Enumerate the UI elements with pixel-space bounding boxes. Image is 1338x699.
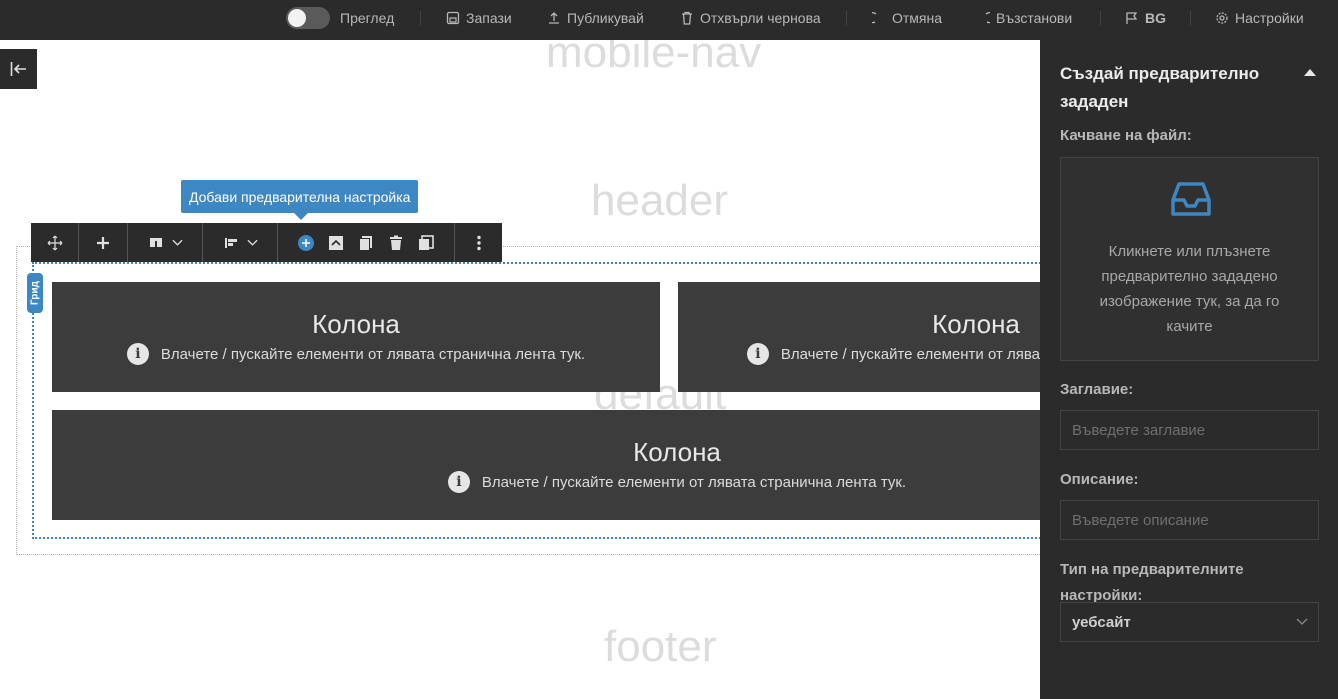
flag-icon (1126, 12, 1138, 24)
divider (420, 11, 421, 25)
add-preset-tooltip: Добави предварителна настройка (181, 180, 419, 220)
title-input[interactable] (1060, 410, 1319, 450)
undo-label: Отмяна (892, 10, 943, 26)
plus-icon (97, 236, 109, 249)
copy-icon[interactable] (418, 234, 434, 251)
kebab-menu-icon (476, 235, 481, 250)
exit-icon (10, 62, 26, 76)
preview-label[interactable]: Преглед (340, 0, 394, 36)
description-label: Описание: (1060, 471, 1139, 488)
info-icon: i (447, 471, 470, 493)
align-left-icon (224, 237, 237, 248)
grid-badge[interactable]: Грид (27, 273, 43, 313)
discard-draft-button[interactable]: Отхвърли чернова (680, 0, 821, 36)
divider (1100, 11, 1101, 25)
region-label-header: header (591, 176, 729, 225)
column-1[interactable]: Колона i Влачете / пускайте елементи от … (52, 282, 660, 392)
info-icon: i (126, 343, 149, 365)
undo-icon (872, 11, 877, 24)
move-icon (47, 235, 62, 250)
column-title: Колона (932, 309, 1020, 339)
language-button[interactable]: BG (1125, 0, 1166, 36)
columns-layout-icon (149, 237, 162, 247)
grid-actions (278, 223, 455, 262)
preview-toggle[interactable] (286, 7, 330, 29)
preview-text: Преглед (340, 10, 395, 26)
column-hint: i Влачете / пускайте елементи от лявата … (678, 343, 1040, 365)
chevron-down-icon (171, 239, 183, 246)
add-preset-icon[interactable] (298, 234, 314, 251)
select-parent-icon[interactable] (328, 235, 344, 251)
title-label: Заглавие: (1060, 381, 1134, 398)
settings-label: Настройки (1235, 10, 1304, 26)
chevron-up-icon[interactable] (1302, 66, 1318, 78)
column-2[interactable]: Колона i Влачете / пускайте елементи от … (678, 282, 1040, 392)
alignment-dropdown[interactable] (203, 223, 278, 262)
column-title: Колона (312, 309, 400, 339)
layout-dropdown[interactable] (128, 223, 203, 262)
file-dropzone[interactable]: Кликнете или плъзнете предварително зада… (1060, 157, 1319, 361)
divider (1190, 11, 1191, 25)
column-hint-text: Влачете / пускайте елементи от лявата ст… (481, 473, 907, 491)
inbox-icon (1171, 182, 1211, 216)
delete-icon[interactable] (388, 235, 404, 251)
editor-canvas[interactable]: mobile-nav header default footer Грид Ко… (0, 40, 1040, 699)
save-button[interactable]: Запази (446, 0, 512, 36)
divider (846, 11, 847, 25)
preset-type-select[interactable]: уебсайт (1060, 602, 1319, 642)
info-icon: i (746, 343, 769, 365)
preset-type-label: Тип на предварителните настройки: (1060, 561, 1244, 603)
column-hint-text: Влачете / пускайте елементи от лявата ст… (780, 345, 1040, 363)
create-preset-panel: Създай предварително зададен Качване на … (1040, 40, 1338, 699)
grid-toolbar (31, 223, 502, 262)
panel-title: Създай предварително зададен (1060, 64, 1260, 111)
column-hint-text: Влачете / пускайте елементи от лявата ст… (160, 345, 586, 363)
settings-button[interactable]: Настройки (1215, 0, 1304, 36)
gear-icon (1216, 12, 1228, 24)
column-title: Колона (633, 437, 721, 467)
save-icon (446, 11, 460, 25)
upload-icon (549, 12, 559, 24)
undo-button[interactable]: Отмяна (872, 0, 942, 36)
move-button[interactable] (31, 223, 79, 262)
language-label: BG (1145, 10, 1166, 26)
preset-type-value: уебсайт (1072, 613, 1131, 631)
region-label-footer: footer (604, 622, 717, 671)
file-upload-label: Качване на файл: (1060, 127, 1192, 144)
column-hint: i Влачете / пускайте елементи от лявата … (52, 343, 660, 365)
chevron-down-icon (246, 239, 258, 246)
chevron-down-icon (1296, 618, 1308, 625)
redo-icon (985, 11, 990, 24)
publish-button[interactable]: Публикувай (547, 0, 644, 36)
publish-label: Публикувай (567, 10, 644, 26)
trash-icon (682, 11, 692, 25)
discard-label: Отхвърли чернова (700, 10, 821, 26)
column-3[interactable]: Колона i Влачете / пускайте елементи от … (52, 410, 1040, 520)
redo-label: Възстанови (996, 10, 1073, 26)
add-element-button[interactable] (79, 223, 128, 262)
toggle-knob (288, 9, 306, 27)
description-input[interactable] (1060, 500, 1319, 540)
dropzone-text: Кликнете или плъзнете предварително зада… (1099, 243, 1280, 335)
region-label-mobile-nav: mobile-nav (546, 40, 762, 77)
duplicate-icon[interactable] (358, 235, 374, 251)
redo-button[interactable]: Възстанови (976, 0, 1072, 36)
column-hint: i Влачете / пускайте елементи от лявата … (52, 471, 1040, 493)
more-options-button[interactable] (455, 223, 502, 262)
exit-editor-button[interactable] (0, 49, 37, 89)
save-label: Запази (466, 10, 512, 26)
top-bar: Преглед Запази Публикувай Отхвърли черно… (0, 0, 1338, 40)
